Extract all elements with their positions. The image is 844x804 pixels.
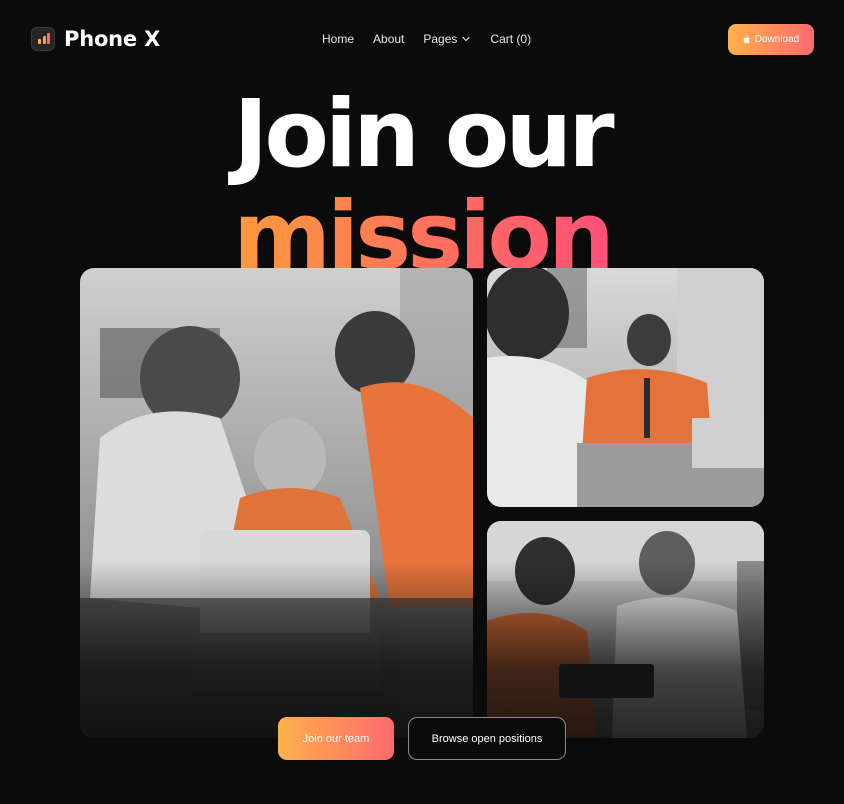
nav-cart-label: Cart (0) xyxy=(490,32,532,46)
nav-home[interactable]: Home xyxy=(322,32,354,46)
chevron-down-icon xyxy=(462,36,471,42)
join-team-button[interactable]: Join our team xyxy=(278,717,394,760)
nav-cart[interactable]: Cart (0) xyxy=(490,32,531,46)
download-button[interactable]: Download xyxy=(728,24,814,55)
download-label: Download xyxy=(754,34,800,45)
nav-pages-label: Pages xyxy=(423,32,458,46)
bar-chart-logo-icon xyxy=(31,27,55,51)
brand-name: Phone X xyxy=(64,27,161,51)
nav-about-label: About xyxy=(373,32,405,46)
apple-icon xyxy=(743,35,750,44)
team-photo-tablet xyxy=(487,521,764,738)
nav-home-label: Home xyxy=(322,32,355,46)
team-photo-meeting xyxy=(487,268,764,507)
nav-about[interactable]: About xyxy=(373,32,404,46)
hero-title: Join our xyxy=(233,80,614,189)
nav-pages[interactable]: Pages xyxy=(423,32,471,46)
main-nav: Home About Pages Cart (0) xyxy=(322,31,531,47)
team-photo-main xyxy=(80,268,473,738)
browse-positions-button[interactable]: Browse open positions xyxy=(408,717,566,760)
brand-logo[interactable]: Phone X xyxy=(31,26,160,52)
site-header: Phone X Home About Pages Cart (0) Downlo… xyxy=(0,0,844,80)
